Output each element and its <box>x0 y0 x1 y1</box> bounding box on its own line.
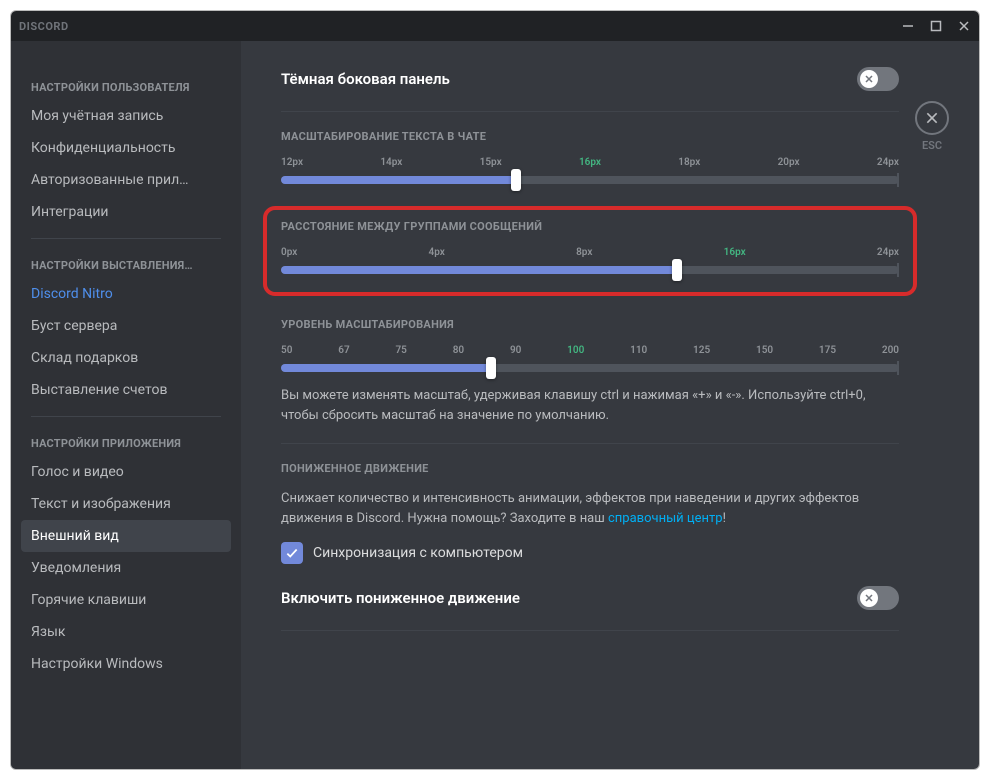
sync-with-computer-checkbox[interactable] <box>281 542 303 564</box>
sidebar-item-language[interactable]: Язык <box>21 616 231 648</box>
group-spacing-slider[interactable] <box>281 266 899 274</box>
content: ESC Тёмная боковая панель МАСШТАБИРОВАНИ… <box>241 41 979 769</box>
esc-label: ESC <box>915 139 949 152</box>
sidebar-item-appearance[interactable]: Внешний вид <box>21 520 231 552</box>
slider-tick: 24px <box>877 247 899 258</box>
dark-sidebar-toggle[interactable] <box>857 67 899 91</box>
sync-with-computer-label: Синхронизация с компьютером <box>313 545 523 561</box>
slider-thumb[interactable] <box>511 169 521 191</box>
slider-tick: 16px <box>724 247 746 258</box>
window-maximize-button[interactable] <box>929 19 943 33</box>
sidebar-item-billing[interactable]: Выставление счетов <box>21 374 231 406</box>
window-close-button[interactable] <box>957 19 971 33</box>
slider-tick: 16px <box>579 157 601 168</box>
slider-tick: 12px <box>281 157 303 168</box>
reduced-motion-description: Снижает количество и интенсивность анима… <box>281 489 899 528</box>
titlebar: DISCORD <box>11 11 979 41</box>
help-center-link[interactable]: справочный центр <box>608 511 723 526</box>
sidebar-item-notifications[interactable]: Уведомления <box>21 552 231 584</box>
zoom-label: УРОВЕНЬ МАСШТАБИРОВАНИЯ <box>281 318 899 331</box>
slider-tick: 67 <box>338 345 349 356</box>
sidebar-item-boost[interactable]: Буст сервера <box>21 310 231 342</box>
font-scaling-label: МАСШТАБИРОВАНИЕ ТЕКСТА В ЧАТЕ <box>281 130 899 143</box>
sidebar-item-windows[interactable]: Настройки Windows <box>21 648 231 680</box>
dark-sidebar-title: Тёмная боковая панель <box>281 70 450 88</box>
sidebar-item-gifts[interactable]: Склад подарков <box>21 342 231 374</box>
slider-tick: 18px <box>678 157 700 168</box>
slider-tick: 4px <box>429 247 445 258</box>
slider-tick: 75 <box>395 345 406 356</box>
reduced-motion-label: ПОНИЖЕННОЕ ДВИЖЕНИЕ <box>281 462 899 475</box>
slider-thumb[interactable] <box>486 357 496 379</box>
sidebar-item-keybinds[interactable]: Горячие клавиши <box>21 584 231 616</box>
enable-reduced-motion-title: Включить пониженное движение <box>281 589 520 607</box>
slider-tick: 80 <box>453 345 464 356</box>
zoom-description: Вы можете изменять масштаб, удерживая кл… <box>281 386 899 425</box>
brand-label: DISCORD <box>19 20 69 33</box>
slider-tick: 200 <box>882 345 899 356</box>
close-settings-button[interactable]: ESC <box>915 101 949 152</box>
slider-tick: 175 <box>819 345 836 356</box>
slider-tick: 90 <box>510 345 521 356</box>
sidebar: НАСТРОЙКИ ПОЛЬЗОВАТЕЛЯМоя учётная запись… <box>11 41 241 769</box>
slider-thumb[interactable] <box>672 259 682 281</box>
sidebar-item-account[interactable]: Моя учётная запись <box>21 100 231 132</box>
slider-tick: 100 <box>567 345 584 356</box>
enable-reduced-motion-toggle[interactable] <box>857 586 899 610</box>
font-scaling-slider[interactable] <box>281 176 899 184</box>
sidebar-item-nitro[interactable]: Discord Nitro <box>21 278 231 310</box>
sidebar-item-integrations[interactable]: Интеграции <box>21 196 231 228</box>
sidebar-item-text[interactable]: Текст и изображения <box>21 488 231 520</box>
slider-tick: 24px <box>877 157 899 168</box>
sidebar-section-header: НАСТРОЙКИ ПРИЛОЖЕНИЯ <box>21 427 231 456</box>
sidebar-item-apps[interactable]: Авторизованные прил… <box>21 164 231 196</box>
close-icon <box>915 101 949 135</box>
sidebar-item-voice[interactable]: Голос и видео <box>21 456 231 488</box>
slider-tick: 20px <box>778 157 800 168</box>
slider-tick: 8px <box>576 247 592 258</box>
slider-tick: 125 <box>693 345 710 356</box>
group-spacing-label: РАССТОЯНИЕ МЕЖДУ ГРУППАМИ СООБЩЕНИЙ <box>281 220 899 233</box>
sidebar-section-header: НАСТРОЙКИ ПОЛЬЗОВАТЕЛЯ <box>21 71 231 100</box>
sidebar-section-header: НАСТРОЙКИ ВЫСТАВЛЕНИЯ… <box>21 249 231 278</box>
window-minimize-button[interactable] <box>901 19 915 33</box>
slider-tick: 150 <box>756 345 773 356</box>
slider-tick: 15px <box>480 157 502 168</box>
highlight-annotation: РАССТОЯНИЕ МЕЖДУ ГРУППАМИ СООБЩЕНИЙ 0px 4… <box>263 206 917 296</box>
slider-tick: 14px <box>380 157 402 168</box>
slider-tick: 50 <box>281 345 292 356</box>
slider-tick: 0px <box>281 247 297 258</box>
zoom-slider[interactable] <box>281 364 899 372</box>
slider-tick: 110 <box>630 345 647 356</box>
sidebar-item-privacy[interactable]: Конфиденциальность <box>21 132 231 164</box>
